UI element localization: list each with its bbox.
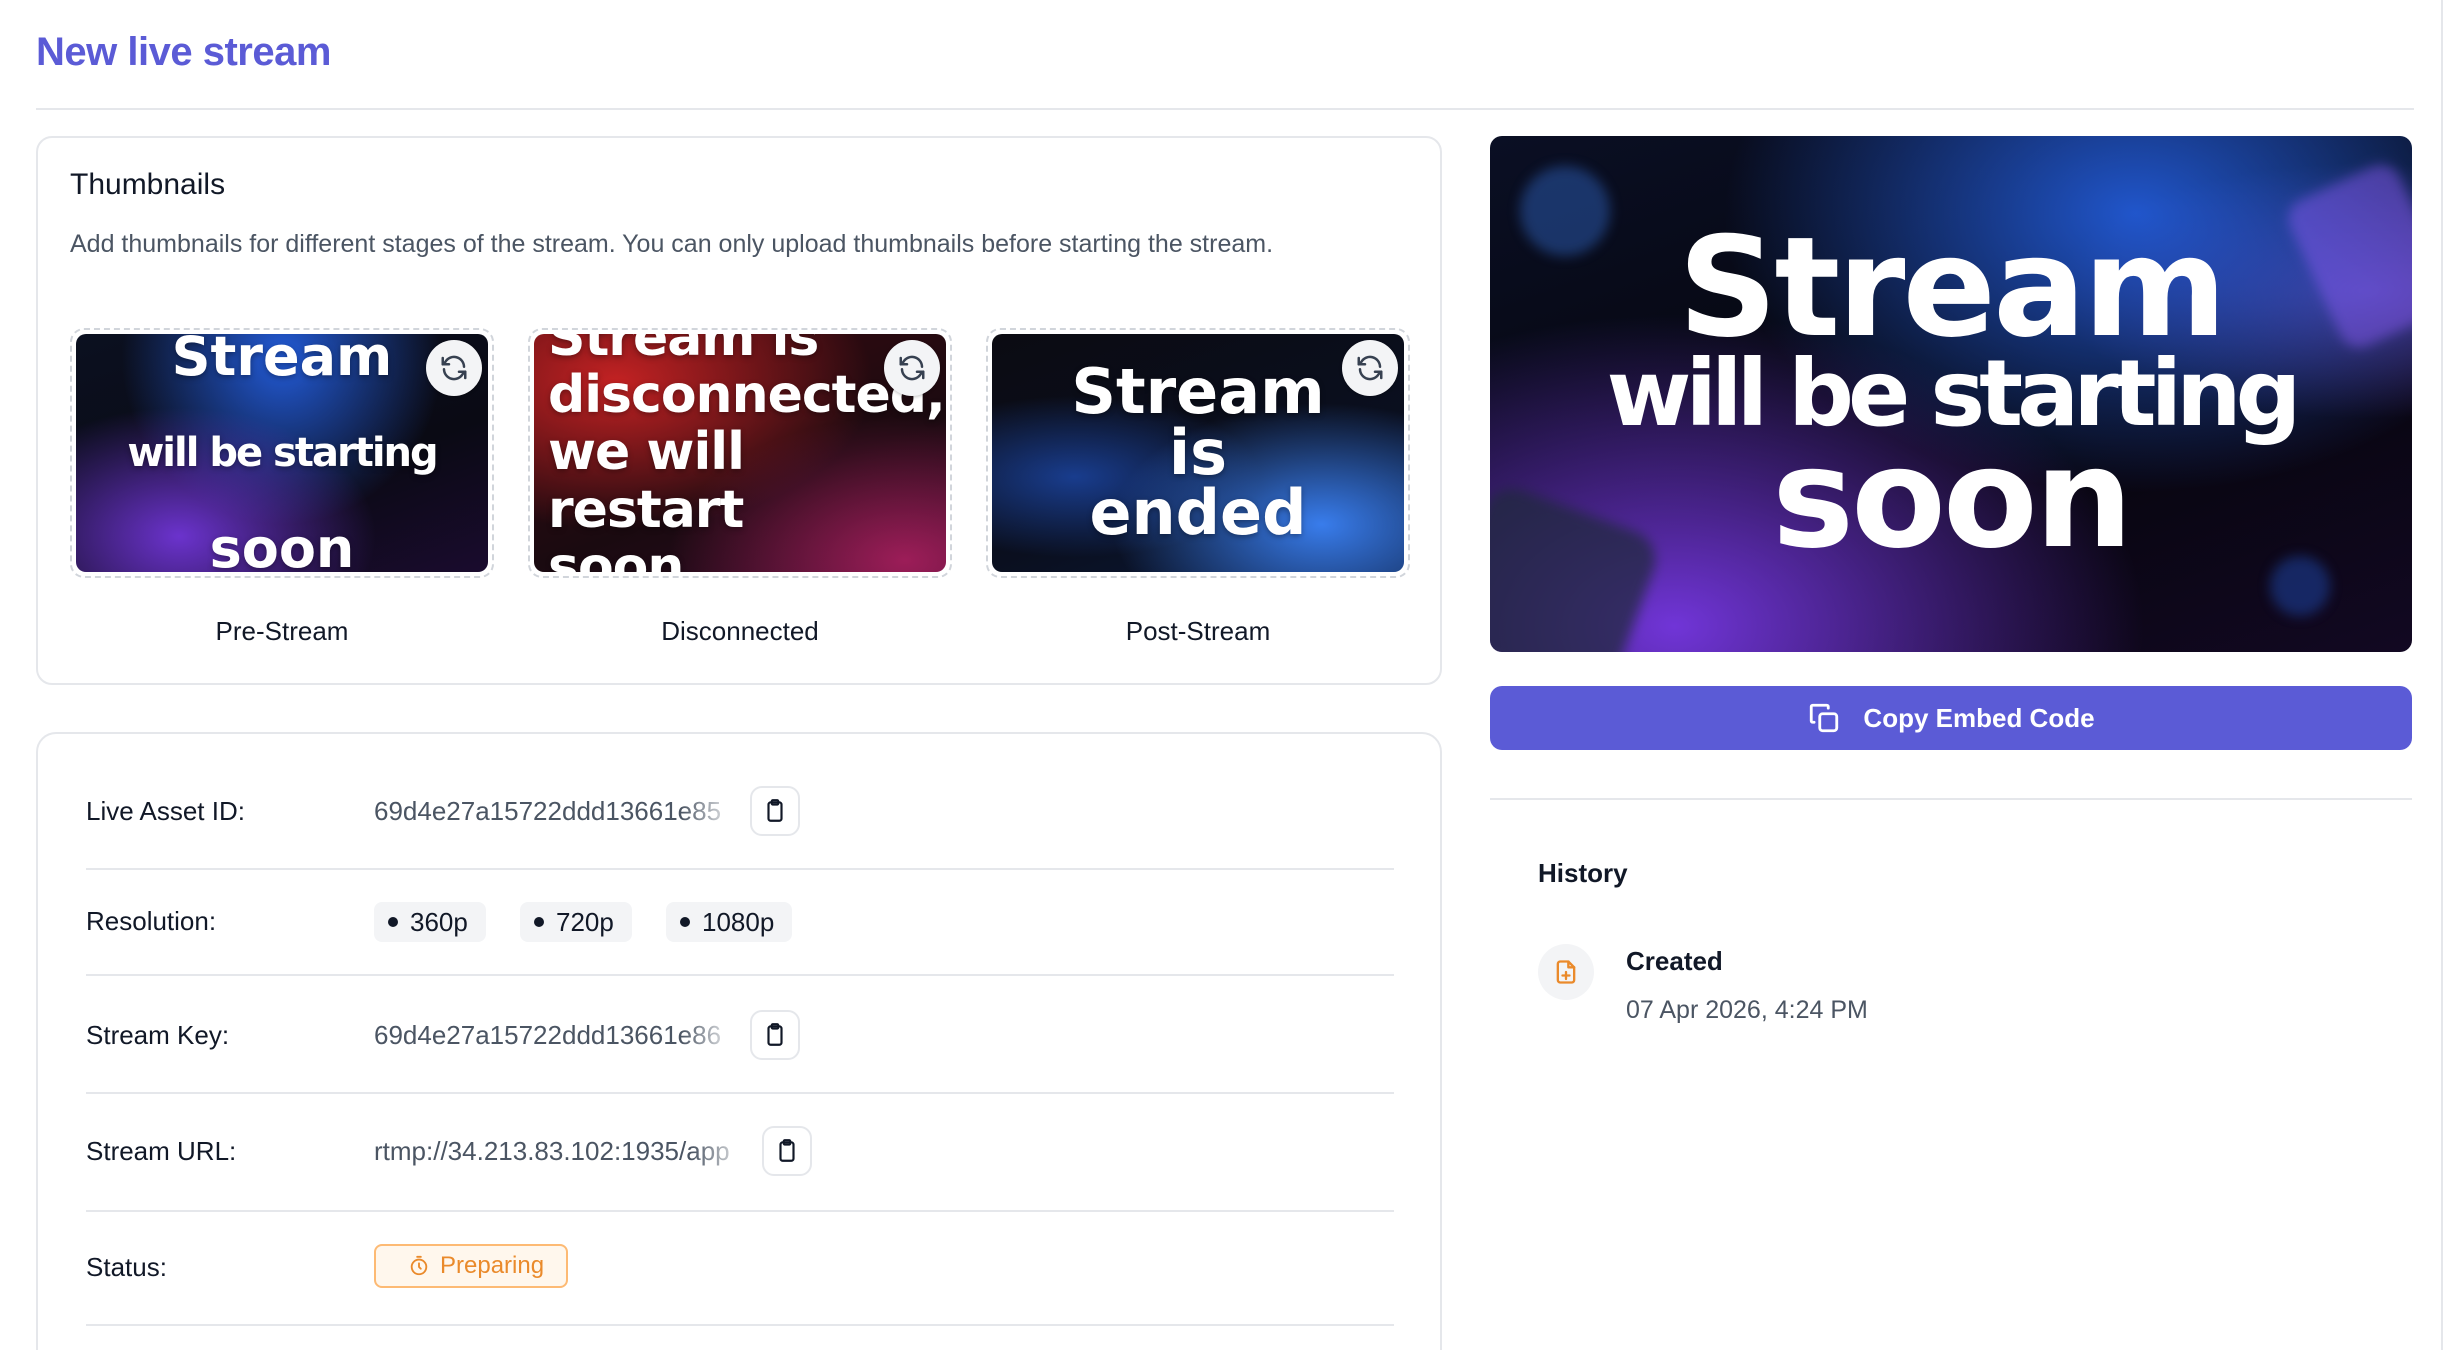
- thumbnail-label-post-stream: Post-Stream: [1125, 616, 1271, 646]
- replace-thumbnail-button[interactable]: [884, 340, 940, 396]
- bullet-icon: [680, 917, 690, 927]
- section-divider: [1490, 798, 2412, 800]
- preview-text-line: Stream: [1678, 206, 2227, 368]
- resolution-chip: 360p: [374, 902, 486, 942]
- clipboard-icon: [779, 1139, 795, 1162]
- bullet-icon: [388, 917, 398, 927]
- decoration: [1520, 166, 1610, 256]
- thumbnail-text-line: Stream: [171, 334, 393, 389]
- copy-embed-code-label: Copy Embed Code: [1863, 702, 2095, 733]
- thumbnail-image-text: Stream will be starting soon: [127, 334, 438, 572]
- history-event-time: 07 Apr 2026, 4:24 PM: [1626, 996, 1868, 1024]
- live-asset-id-label: Live Asset ID:: [86, 796, 245, 826]
- thumbnails-card: Thumbnails Add thumbnails for different …: [36, 136, 1442, 685]
- copy-stream-url-button[interactable]: [762, 1126, 812, 1176]
- detail-row-stream-key: Stream Key: 69d4e27a15722ddd13661e86: [86, 976, 1394, 1094]
- thumbnails-heading: Thumbnails: [70, 168, 226, 201]
- thumbnail-pre-stream[interactable]: Stream will be starting soon: [70, 328, 494, 578]
- detail-row-stream-url: Stream URL: rtmp://34.213.83.102:1935/ap…: [86, 1094, 1394, 1212]
- thumbnails-description: Add thumbnails for different stages of t…: [70, 230, 1274, 258]
- preview-image-text: Stream will be starting soon: [1607, 206, 2302, 580]
- timer-icon: [410, 1255, 428, 1276]
- thumbnail-image-pre-stream: Stream will be starting soon: [76, 334, 488, 572]
- thumbnail-post-stream[interactable]: Stream is ended: [986, 328, 1410, 578]
- resolution-label: Resolution:: [86, 906, 217, 936]
- file-plus-icon: [1556, 960, 1576, 984]
- stream-key-label: Stream Key:: [86, 1020, 230, 1050]
- stream-details-card: Live Asset ID: 69d4e27a15722ddd13661e85 …: [36, 732, 1442, 1350]
- live-asset-id-value: 69d4e27a15722ddd13661e85: [374, 796, 722, 826]
- thumbnail-image-disconnected: Stream is disconnected, we will restart …: [534, 334, 946, 572]
- thumbnail-text-line: will be starting: [127, 430, 438, 476]
- status-value: Preparing: [440, 1252, 545, 1279]
- copy-embed-code-button[interactable]: Copy Embed Code: [1490, 686, 2412, 750]
- page-title: New live stream: [36, 30, 331, 74]
- thumbnail-label-pre-stream: Pre-Stream: [215, 616, 349, 646]
- preview-text-line: soon: [1772, 418, 2133, 580]
- history-event-title: Created: [1626, 946, 1723, 976]
- bullet-icon: [534, 917, 544, 927]
- thumbnail-image-post-stream: Stream is ended: [992, 334, 1404, 572]
- decoration: [2270, 556, 2330, 616]
- stream-preview[interactable]: Stream will be starting soon: [1490, 136, 2412, 652]
- history-title: History: [1538, 858, 1628, 888]
- stream-url-value: rtmp://34.213.83.102:1935/app: [374, 1136, 730, 1166]
- detail-row-live-asset-id: Live Asset ID: 69d4e27a15722ddd13661e85: [86, 754, 1394, 870]
- stream-url-label: Stream URL:: [86, 1136, 237, 1166]
- clipboard-icon: [767, 799, 783, 822]
- resolution-chip-label: 360p: [410, 906, 468, 937]
- resolution-chip-label: 720p: [556, 906, 614, 937]
- stream-key-value: 69d4e27a15722ddd13661e86: [374, 1020, 722, 1050]
- thumbnail-text-line: soon: [209, 517, 355, 572]
- scrollbar-track[interactable]: [2441, 0, 2443, 1350]
- status-label: Status:: [86, 1252, 167, 1282]
- page: New live stream Thumbnails Add thumbnail…: [0, 0, 2454, 1350]
- detail-row-resolution: Resolution: 360p 720p 1080p: [86, 870, 1394, 976]
- refresh-icon: [441, 355, 467, 381]
- refresh-icon: [899, 355, 925, 381]
- detail-row-status: Status: Preparing: [86, 1212, 1394, 1326]
- decoration: [2281, 158, 2412, 354]
- copy-live-asset-id-button[interactable]: [750, 786, 800, 836]
- thumbnail-label-disconnected: Disconnected: [661, 616, 819, 646]
- resolution-chip-label: 1080p: [702, 906, 775, 937]
- history-event-icon: [1538, 944, 1594, 1000]
- replace-thumbnail-button[interactable]: [1342, 340, 1398, 396]
- thumbnail-image-text: Stream is ended: [1071, 354, 1325, 550]
- resolution-chip: 720p: [520, 902, 632, 942]
- resolution-chip: 1080p: [666, 902, 793, 942]
- clipboard-icon: [767, 1023, 783, 1046]
- thumbnail-disconnected[interactable]: Stream is disconnected, we will restart …: [528, 328, 952, 578]
- copy-stream-key-button[interactable]: [750, 1010, 800, 1060]
- title-divider: [36, 108, 2414, 110]
- status-badge: Preparing: [374, 1244, 569, 1288]
- copy-icon: [1810, 703, 1839, 733]
- refresh-icon: [1357, 355, 1383, 381]
- replace-thumbnail-button[interactable]: [426, 340, 482, 396]
